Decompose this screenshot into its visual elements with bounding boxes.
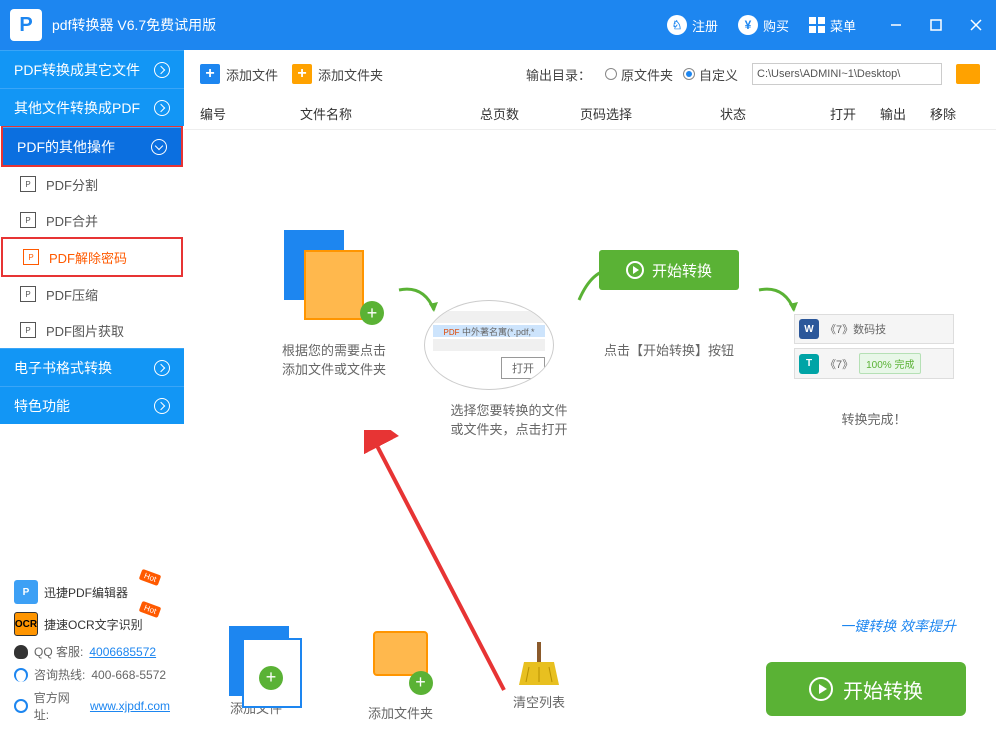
promo-ocr[interactable]: OCR 捷速OCR文字识别 Hot bbox=[14, 608, 170, 640]
maximize-button[interactable] bbox=[926, 15, 946, 35]
nav-pdf-to-other[interactable]: PDF转换成其它文件 bbox=[0, 50, 184, 88]
file-icon: T bbox=[799, 354, 819, 374]
output-path-input[interactable] bbox=[752, 63, 942, 85]
qq-contact: QQ 客服: 4006685572 bbox=[14, 640, 170, 663]
tutorial-step-3: 开始转换 点击【开始转换】按钮 bbox=[584, 250, 754, 359]
tutorial-area: + 根据您的需要点击 添加文件或文件夹 PDF 中外著名寓(*.pdf,* 打开… bbox=[184, 130, 996, 606]
sub-pdf-unlock[interactable]: P PDF解除密码 bbox=[3, 239, 181, 275]
nav-other-to-pdf[interactable]: 其他文件转换成PDF bbox=[0, 88, 184, 126]
radio-icon bbox=[605, 68, 617, 80]
menu-button[interactable]: 菜单 bbox=[809, 16, 856, 35]
radio-custom-folder[interactable]: 自定义 bbox=[683, 65, 738, 84]
titlebar: P pdf转换器 V6.7免费试用版 ♘ 注册 ¥ 购买 菜单 bbox=[0, 0, 996, 50]
qq-link[interactable]: 4006685572 bbox=[89, 645, 156, 659]
bottom-bar: + 添加文件 + 添加文件夹 清空列表 一键转换 效率提升 开始转换 bbox=[184, 606, 996, 736]
editor-icon: P bbox=[14, 580, 38, 604]
radio-original-folder[interactable]: 原文件夹 bbox=[605, 65, 673, 84]
add-file-button[interactable]: + 添加文件 bbox=[200, 64, 278, 84]
register-button[interactable]: ♘ 注册 bbox=[667, 15, 718, 35]
promo-text: 一键转换 效率提升 bbox=[840, 616, 956, 636]
open-button-demo: 打开 bbox=[501, 357, 545, 379]
col-open: 打开 bbox=[830, 104, 880, 123]
headset-icon bbox=[14, 668, 28, 682]
close-button[interactable] bbox=[966, 15, 986, 35]
col-output: 输出 bbox=[880, 104, 930, 123]
grid-icon bbox=[809, 17, 825, 33]
app-title: pdf转换器 V6.7免费试用版 bbox=[52, 15, 216, 35]
toolbar: + 添加文件 + 添加文件夹 输出目录： 原文件夹 自定义 bbox=[184, 50, 996, 98]
plus-icon: + bbox=[360, 301, 384, 325]
clear-list-action[interactable]: 清空列表 bbox=[513, 632, 565, 711]
chevron-right-icon bbox=[154, 62, 170, 78]
radio-checked-icon bbox=[683, 68, 695, 80]
hot-badge: Hot bbox=[138, 569, 161, 586]
add-folder-action[interactable]: + 添加文件夹 bbox=[368, 621, 433, 722]
chevron-right-icon bbox=[154, 100, 170, 116]
nav-pdf-operations[interactable]: PDF的其他操作 bbox=[3, 127, 181, 165]
pdf-icon: P bbox=[20, 322, 36, 338]
plus-icon: + bbox=[409, 671, 433, 695]
buy-button[interactable]: ¥ 购买 bbox=[738, 15, 789, 35]
plus-icon: + bbox=[200, 64, 220, 84]
browse-folder-button[interactable] bbox=[956, 64, 980, 84]
col-pages: 总页数 bbox=[480, 104, 580, 123]
qq-icon bbox=[14, 645, 28, 659]
add-file-action[interactable]: + 添加文件 bbox=[224, 626, 288, 717]
content-area: + 添加文件 + 添加文件夹 输出目录： 原文件夹 自定义 bbox=[184, 50, 996, 736]
col-page-select: 页码选择 bbox=[580, 104, 720, 123]
nav-ebook[interactable]: 电子书格式转换 bbox=[0, 348, 184, 386]
sub-pdf-compress[interactable]: P PDF压缩 bbox=[0, 276, 184, 312]
ocr-icon: OCR bbox=[14, 612, 38, 636]
start-convert-button[interactable]: 开始转换 bbox=[766, 662, 966, 716]
sub-pdf-merge[interactable]: P PDF合并 bbox=[0, 202, 184, 238]
add-folder-button[interactable]: + 添加文件夹 bbox=[292, 64, 383, 84]
website-contact: 官方网址: www.xjpdf.com bbox=[14, 686, 170, 726]
word-icon: W bbox=[799, 319, 819, 339]
progress-badge: 100% 完成 bbox=[859, 353, 921, 374]
website-link[interactable]: www.xjpdf.com bbox=[90, 699, 170, 713]
globe-icon bbox=[14, 699, 28, 713]
col-number: 编号 bbox=[200, 104, 300, 123]
sidebar: PDF转换成其它文件 其他文件转换成PDF PDF的其他操作 P PDF分割 P… bbox=[0, 50, 184, 736]
nav-features[interactable]: 特色功能 bbox=[0, 386, 184, 424]
chevron-right-icon bbox=[154, 398, 170, 414]
phone-contact: 咨询热线: 400-668-5572 bbox=[14, 663, 170, 686]
play-icon bbox=[809, 677, 833, 701]
chevron-down-icon bbox=[151, 139, 167, 155]
chevron-right-icon bbox=[154, 360, 170, 376]
tutorial-step-2: PDF 中外著名寓(*.pdf,* 打开 选择您要转换的文件 或文件夹，点击打开 bbox=[424, 300, 594, 438]
start-convert-demo: 开始转换 bbox=[599, 250, 739, 290]
col-remove: 移除 bbox=[930, 104, 980, 123]
output-label: 输出目录： bbox=[526, 65, 591, 84]
table-header: 编号 文件名称 总页数 页码选择 状态 打开 输出 移除 bbox=[184, 98, 996, 130]
tutorial-step-4: W 《7》数码技 T 《7》 100% 完成 转换完成！ bbox=[784, 310, 964, 428]
user-icon: ♘ bbox=[667, 15, 687, 35]
plus-icon: + bbox=[259, 666, 283, 690]
col-filename: 文件名称 bbox=[300, 104, 480, 123]
minimize-button[interactable] bbox=[886, 15, 906, 35]
sub-pdf-split[interactable]: P PDF分割 bbox=[0, 166, 184, 202]
col-status: 状态 bbox=[720, 104, 830, 123]
app-logo: P bbox=[10, 9, 42, 41]
yen-icon: ¥ bbox=[738, 15, 758, 35]
sub-pdf-image-extract[interactable]: P PDF图片获取 bbox=[0, 312, 184, 348]
plus-icon: + bbox=[292, 64, 312, 84]
pdf-icon: P bbox=[23, 249, 39, 265]
pdf-icon: P bbox=[20, 176, 36, 192]
pdf-icon: P bbox=[20, 212, 36, 228]
pdf-icon: P bbox=[20, 286, 36, 302]
play-icon bbox=[626, 261, 644, 279]
